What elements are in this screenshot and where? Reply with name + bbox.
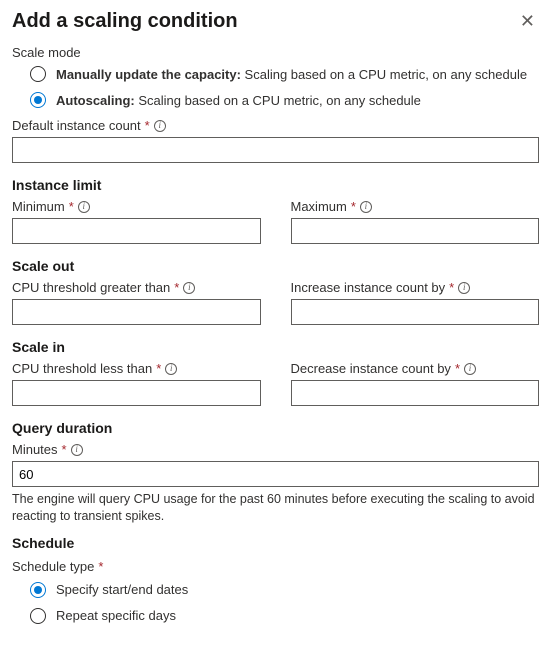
query-duration-helper: The engine will query CPU usage for the … xyxy=(12,491,539,525)
required-marker: * xyxy=(98,559,103,574)
required-marker: * xyxy=(69,199,74,214)
increase-count-label: Increase instance count by xyxy=(291,280,446,295)
cpu-threshold-gt-input[interactable] xyxy=(12,299,261,325)
schedule-repeat-option[interactable]: Repeat specific days xyxy=(30,608,539,624)
radio-icon xyxy=(30,608,46,624)
info-icon[interactable]: i xyxy=(360,201,372,213)
decrease-count-label: Decrease instance count by xyxy=(291,361,451,376)
required-marker: * xyxy=(145,118,150,133)
required-marker: * xyxy=(174,280,179,295)
increase-count-input[interactable] xyxy=(291,299,540,325)
scale-mode-auto-option[interactable]: Autoscaling: Scaling based on a CPU metr… xyxy=(30,92,539,108)
schedule-specify-option[interactable]: Specify start/end dates xyxy=(30,582,539,598)
cpu-threshold-lt-input[interactable] xyxy=(12,380,261,406)
radio-icon xyxy=(30,582,46,598)
scale-mode-label: Scale mode xyxy=(12,45,539,60)
required-marker: * xyxy=(62,442,67,457)
default-instance-input[interactable] xyxy=(12,137,539,163)
info-icon[interactable]: i xyxy=(154,120,166,132)
required-marker: * xyxy=(351,199,356,214)
info-icon[interactable]: i xyxy=(464,363,476,375)
minimum-label: Minimum xyxy=(12,199,65,214)
query-duration-title: Query duration xyxy=(12,420,539,436)
scale-mode-auto-text: Autoscaling: Scaling based on a CPU metr… xyxy=(56,93,421,108)
scale-out-title: Scale out xyxy=(12,258,539,274)
required-marker: * xyxy=(455,361,460,376)
info-icon[interactable]: i xyxy=(78,201,90,213)
schedule-type-label: Schedule type xyxy=(12,559,94,574)
scale-mode-manual-option[interactable]: Manually update the capacity: Scaling ba… xyxy=(30,66,539,82)
info-icon[interactable]: i xyxy=(165,363,177,375)
default-instance-label: Default instance count xyxy=(12,118,141,133)
decrease-count-input[interactable] xyxy=(291,380,540,406)
info-icon[interactable]: i xyxy=(71,444,83,456)
scale-mode-manual-text: Manually update the capacity: Scaling ba… xyxy=(56,67,527,82)
schedule-title: Schedule xyxy=(12,535,539,551)
minutes-input[interactable] xyxy=(12,461,539,487)
radio-icon xyxy=(30,92,46,108)
page-title: Add a scaling condition xyxy=(12,10,238,33)
radio-icon xyxy=(30,66,46,82)
schedule-specify-text: Specify start/end dates xyxy=(56,582,188,597)
info-icon[interactable]: i xyxy=(183,282,195,294)
minutes-label: Minutes xyxy=(12,442,58,457)
close-icon[interactable]: ✕ xyxy=(516,10,539,32)
info-icon[interactable]: i xyxy=(458,282,470,294)
scale-in-title: Scale in xyxy=(12,339,539,355)
instance-limit-title: Instance limit xyxy=(12,177,539,193)
maximum-label: Maximum xyxy=(291,199,347,214)
minimum-input[interactable] xyxy=(12,218,261,244)
required-marker: * xyxy=(156,361,161,376)
maximum-input[interactable] xyxy=(291,218,540,244)
schedule-repeat-text: Repeat specific days xyxy=(56,608,176,623)
cpu-threshold-lt-label: CPU threshold less than xyxy=(12,361,152,376)
cpu-threshold-gt-label: CPU threshold greater than xyxy=(12,280,170,295)
required-marker: * xyxy=(449,280,454,295)
